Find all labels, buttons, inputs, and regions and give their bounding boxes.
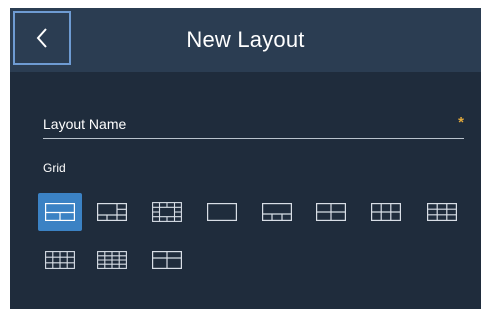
grid-option-2x2[interactable] [309,193,353,231]
grid-option-4x4[interactable] [90,241,134,279]
grid-option-3x3[interactable] [420,193,464,231]
grid-option-1-plus-wide[interactable] [38,193,82,231]
layout-1x1-icon [207,203,237,221]
layout-1-plus-12-icon [152,202,182,222]
page-title: New Layout [186,27,305,52]
grid-option-1-plus-3[interactable] [255,193,299,231]
grid-option-1-plus-5[interactable] [90,193,134,231]
layout-1-plus-wide-icon [45,203,75,221]
chevron-left-icon [36,28,47,48]
app-frame: New Layout * Grid [10,0,481,309]
grid-option-1x1[interactable] [200,193,244,231]
layout-1-plus-5-icon [97,203,127,221]
back-button[interactable] [13,11,71,65]
layout-name-input[interactable] [43,111,443,137]
grid-option-3x2[interactable] [364,193,408,231]
layout-1-plus-3-icon [262,203,292,221]
layout-3x2-icon [371,203,401,221]
layout-name-field: * [43,111,464,139]
layout-4x4-icon [97,251,127,269]
header-bar: New Layout [10,0,481,72]
grid-option-4x3[interactable] [38,241,82,279]
layout-2x2-split-icon [152,251,182,269]
layout-4x3-icon [45,251,75,269]
grid-label: Grid [43,161,66,175]
layout-2x2-icon [316,203,346,221]
layout-3x3-icon [427,203,457,221]
required-marker: * [458,114,464,131]
grid-option-2x2-split[interactable] [145,241,189,279]
grid-option-1-plus-12[interactable] [145,193,189,231]
